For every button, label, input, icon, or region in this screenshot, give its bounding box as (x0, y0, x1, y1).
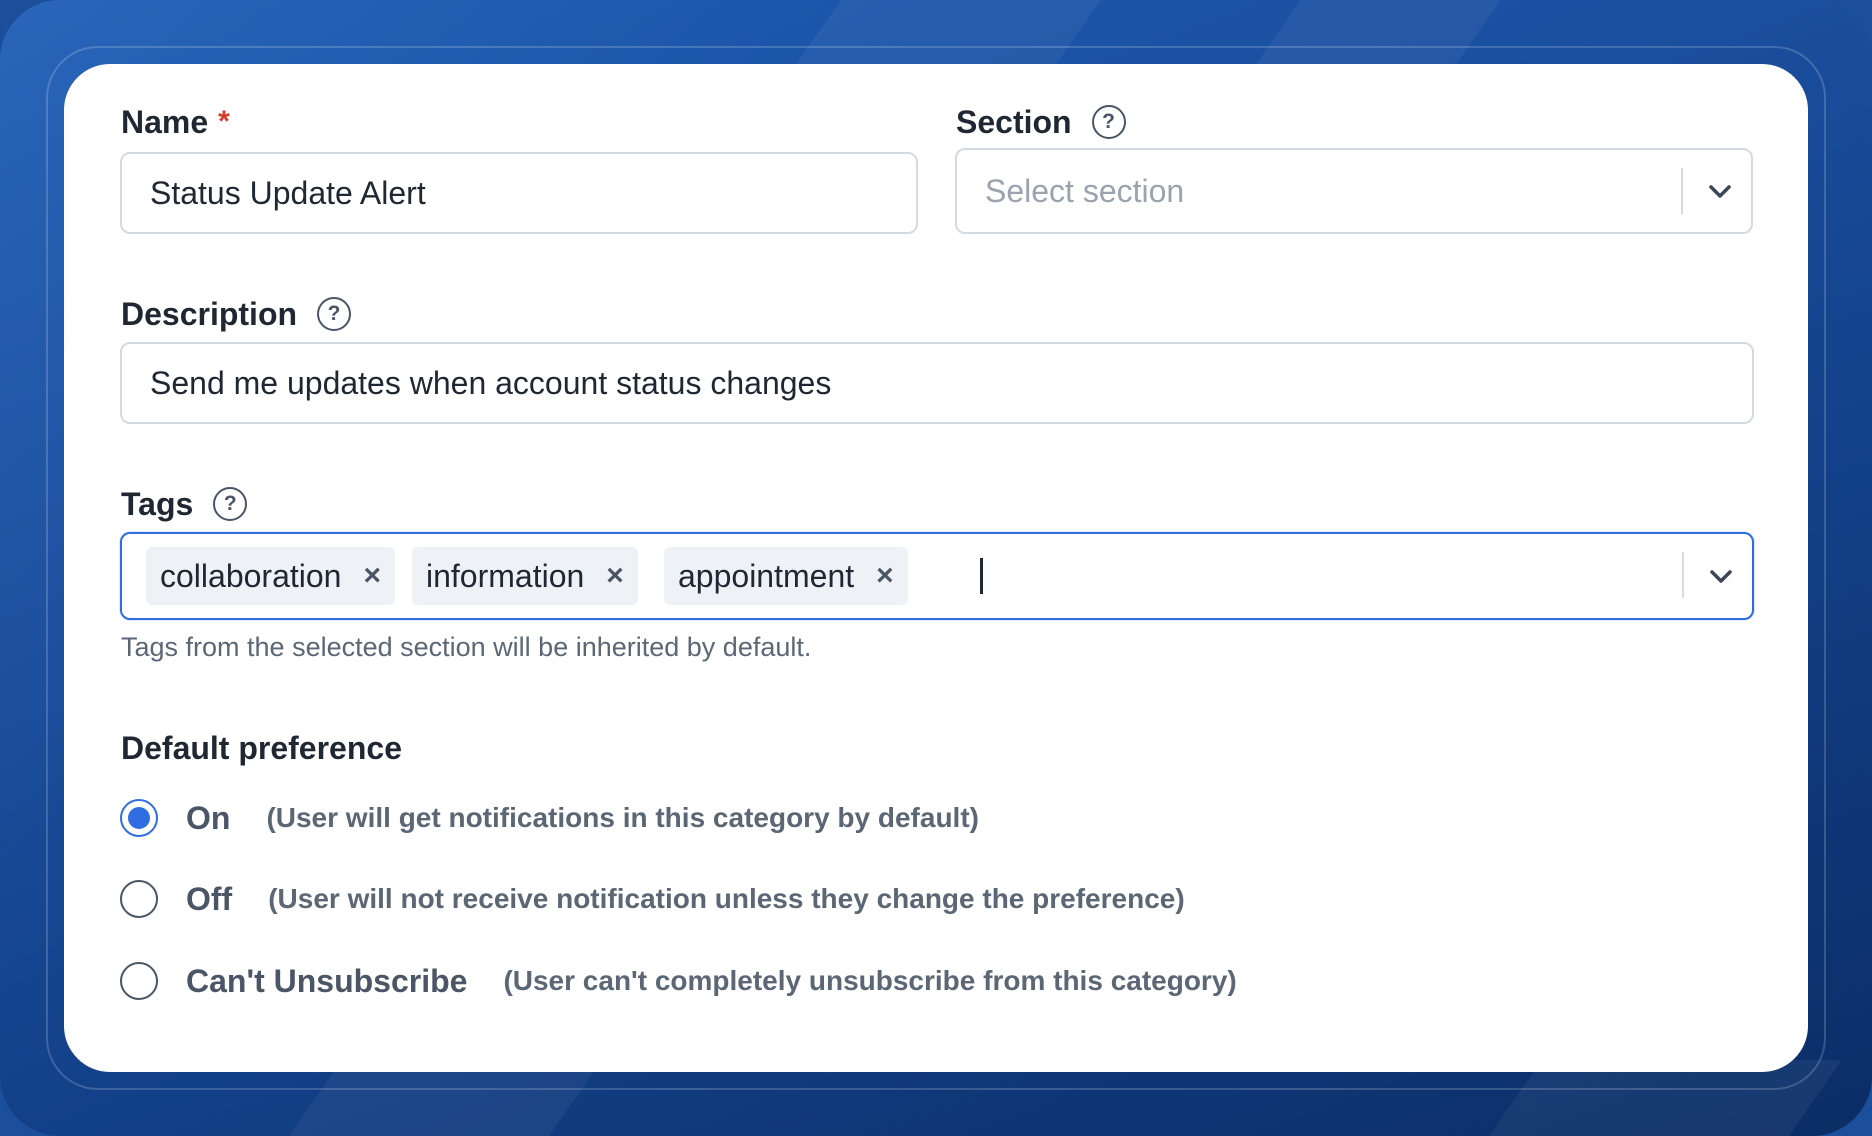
radio-button[interactable] (120, 962, 158, 1000)
description-label: Description ? (121, 286, 352, 342)
radio-button[interactable] (120, 880, 158, 918)
required-marker: * (218, 105, 230, 138)
radio-label: Off (186, 880, 233, 917)
radio-label: On (186, 799, 231, 836)
tags-multiselect[interactable]: collaboration × information × appointmen… (120, 532, 1754, 620)
tags-hint: Tags from the selected section will be i… (121, 632, 812, 662)
tag-chip: information × (412, 547, 638, 605)
name-input[interactable]: Status Update Alert (120, 152, 918, 234)
tag-chip: collaboration × (146, 547, 395, 605)
radio-option-off[interactable]: Off (User will not receive notification … (120, 880, 1185, 918)
question-circle-icon[interactable]: ? (317, 297, 352, 331)
text-caret (980, 558, 983, 594)
section-select-placeholder: Select section (985, 172, 1185, 209)
question-circle-icon[interactable]: ? (1091, 105, 1126, 139)
name-label: Name * (121, 103, 230, 140)
radio-button[interactable] (120, 799, 158, 837)
radio-label: Can't Unsubscribe (186, 962, 468, 999)
radio-description: (User can't completely unsubscribe from … (503, 965, 1237, 996)
select-separator (1681, 168, 1683, 214)
remove-tag-icon[interactable]: × (363, 559, 381, 593)
radio-option-on[interactable]: On (User will get notifications in this … (120, 799, 979, 837)
radio-selected-dot (128, 807, 150, 829)
remove-tag-icon[interactable]: × (606, 559, 624, 593)
question-circle-icon[interactable]: ? (213, 487, 248, 521)
chevron-down-icon[interactable] (1706, 561, 1736, 591)
description-input-value: Send me updates when account status chan… (150, 364, 832, 401)
remove-tag-icon[interactable]: × (876, 559, 894, 593)
tags-label: Tags ? (121, 476, 248, 532)
radio-option-cant-unsubscribe[interactable]: Can't Unsubscribe (User can't completely… (120, 962, 1237, 1000)
tag-chip: appointment × (664, 547, 908, 605)
radio-description: (User will not receive notification unle… (268, 883, 1185, 914)
chevron-down-icon[interactable] (1705, 176, 1735, 206)
select-separator (1682, 552, 1684, 598)
description-input[interactable]: Send me updates when account status chan… (120, 342, 1754, 424)
section-label: Section ? (956, 94, 1126, 150)
section-select[interactable]: Select section (955, 148, 1753, 234)
name-input-value: Status Update Alert (150, 174, 426, 211)
radio-description: (User will get notifications in this cat… (266, 802, 979, 833)
notification-category-form: Name * Status Update Alert Section ? Sel… (64, 64, 1808, 1072)
default-preference-title: Default preference (121, 730, 402, 766)
